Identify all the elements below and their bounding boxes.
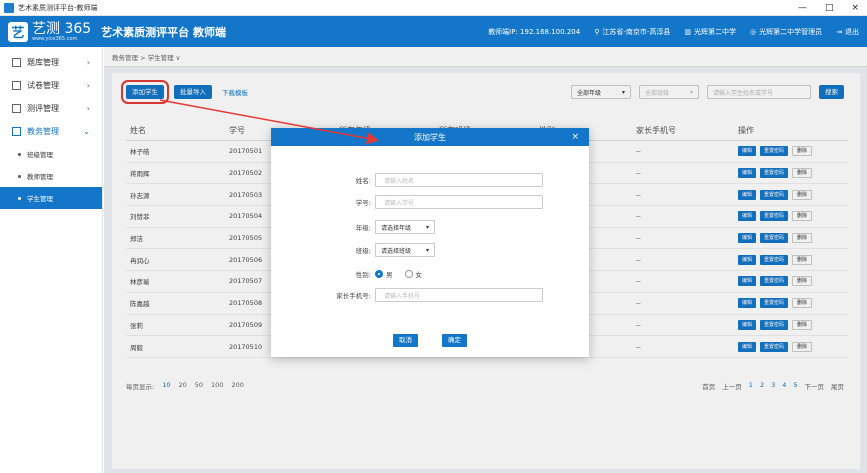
app-icon [4,2,14,13]
assessment-icon [12,104,21,113]
gender-male-radio[interactable]: 男 [375,269,393,279]
sidebar-subitem-label: 学生管理 [27,195,53,203]
window-title: 艺术素质测评平台-教师端 [18,3,98,12]
id-input[interactable]: 请输入学号 [375,195,543,209]
school-item: ▥ 光辉第二中学 [684,27,736,37]
logo-url: www.yice365.com [32,35,78,42]
logo: 艺 艺测 365 www.yice365.com [8,20,92,42]
class-dialog-select-value: 请选择班级 [381,247,412,255]
chevron-down-icon: ⌄ [83,127,90,136]
add-student-dialog: 添加学生 × 姓名: 请输入姓名 学号: 请输入学号 年级: 请选择年级 ▾ 班… [271,128,589,357]
name-row: 姓名: 请输入姓名 [271,173,589,187]
phone-label: 家长手机号: [336,292,371,300]
chevron-right-icon: › [86,104,90,113]
logout-icon: ⇥ [836,27,842,36]
ip-label: 教师端IP: 192.168.100.204 [488,27,581,36]
class-row: 班级: 请选择班级 ▾ [271,243,589,257]
dialog-buttons: 取消 确定 [271,334,589,347]
logo-mark-icon: 艺 [8,21,28,42]
admin-text: 光辉第二中学管理员 [759,27,823,36]
close-icon[interactable]: × [571,128,579,146]
exit-button[interactable]: ⇥ 退出 [836,27,859,37]
phone-row: 家长手机号: 请输入手机号 [271,288,589,302]
building-icon: ▥ [684,27,692,36]
minimize-button[interactable]: — [798,3,807,13]
cancel-button[interactable]: 取消 [393,334,418,347]
sidebar-item-paper[interactable]: 试卷管理 › [0,74,102,97]
location-pin-icon: ⚲ [594,27,600,36]
sidebar-item-assessment[interactable]: 测评管理 › [0,97,102,120]
chevron-down-icon: ▾ [425,223,429,231]
class-dialog-select[interactable]: 请选择班级 ▾ [375,243,435,257]
sidebar: 题库管理 › 试卷管理 › 测评管理 › 教务管理 ⌄ 班级管理 教师管理 学生… [0,47,103,473]
sidebar-subitem-teacher[interactable]: 教师管理 [0,165,102,187]
user-icon: ◎ [750,27,757,36]
chevron-down-icon: ▾ [425,246,429,254]
grade-row: 年级: 请选择年级 ▾ [271,220,589,234]
location-item: ⚲ 江苏省-南京市-高淳县 [594,27,670,37]
list-icon [12,58,21,67]
id-row: 学号: 请输入学号 [271,195,589,209]
bullet-icon [18,152,21,156]
sidebar-item-label: 试卷管理 [27,81,59,90]
sidebar-subitem-label: 班级管理 [27,151,53,159]
gender-female-radio[interactable]: 女 [404,269,423,279]
radio-unchecked-icon [404,270,413,278]
gender-male-label: 男 [386,271,393,279]
sidebar-subitem-student[interactable]: 学生管理 [0,187,102,209]
name-label: 姓名: [355,177,371,185]
admin-item[interactable]: ◎ 光辉第二中学管理员 [750,27,822,37]
gender-row: 性别: 男 女 [271,267,589,281]
dialog-title: 添加学生 [414,132,446,142]
phone-input[interactable]: 请输入手机号 [375,288,543,302]
chevron-right-icon: › [86,58,90,67]
gender-female-label: 女 [415,271,423,279]
grade-label: 年级: [355,224,371,232]
exit-text: 退出 [845,27,859,36]
id-label: 学号: [355,199,371,207]
paper-icon [12,81,21,90]
radio-checked-icon [375,270,383,278]
grade-dialog-select-value: 请选择年级 [381,224,412,232]
app-header: 艺 艺测 365 www.yice365.com 艺术素质测评平台 教师端 教师… [0,16,867,47]
sidebar-item-label: 教务管理 [27,127,59,136]
school-text: 光辉第二中学 [694,27,737,36]
sidebar-subitem-class[interactable]: 班级管理 [0,143,102,165]
gender-label: 性别: [355,271,371,279]
bullet-icon [18,196,21,200]
grade-dialog-select[interactable]: 请选择年级 ▾ [375,220,435,234]
bullet-icon [18,174,21,178]
logo-name: 艺测 365 [32,20,92,37]
location-text: 江苏省-南京市-高淳县 [602,27,671,36]
sidebar-item-label: 测评管理 [27,104,59,113]
chevron-right-icon: › [86,81,90,90]
confirm-button[interactable]: 确定 [442,334,467,347]
class-label: 班级: [355,247,371,255]
window-titlebar: 艺术素质测评平台-教师端 — □ × [0,0,867,16]
sidebar-item-label: 题库管理 [27,58,59,67]
maximize-button[interactable]: □ [825,3,834,13]
close-window-button[interactable]: × [851,3,859,13]
sidebar-subitem-label: 教师管理 [27,173,53,181]
dialog-header: 添加学生 × [271,128,589,146]
name-input[interactable]: 请输入姓名 [375,173,543,187]
sidebar-item-academic[interactable]: 教务管理 ⌄ [0,120,102,143]
platform-title: 艺术素质测评平台 教师端 [101,25,227,39]
sidebar-item-question-bank[interactable]: 题库管理 › [0,51,102,74]
academic-icon [12,127,21,136]
